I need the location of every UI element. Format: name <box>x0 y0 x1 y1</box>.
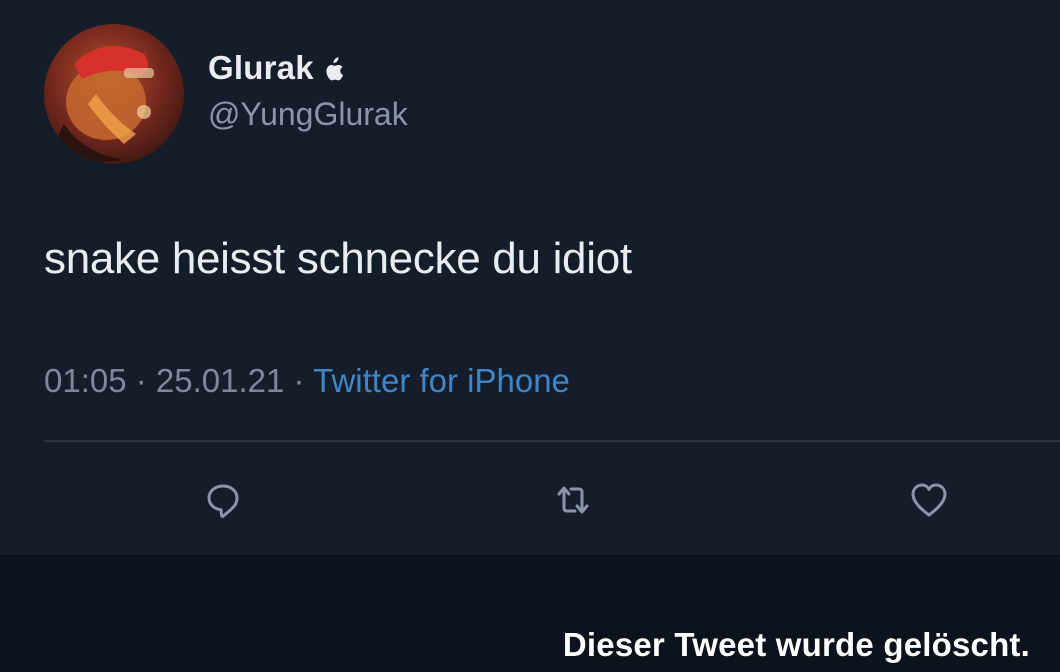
speech-bubble-icon <box>207 484 239 518</box>
tweet-date: 25.01.21 <box>155 362 285 399</box>
avatar[interactable] <box>44 24 184 164</box>
deleted-banner: Dieser Tweet wurde gelöscht. <box>0 555 1060 672</box>
divider <box>44 440 1060 442</box>
retweet-arrows-icon <box>557 486 589 514</box>
display-name[interactable]: Glurak <box>208 49 314 87</box>
apple-icon <box>322 57 344 83</box>
user-handle[interactable]: @YungGlurak <box>208 96 408 133</box>
reply-button[interactable] <box>198 476 248 524</box>
heart-icon <box>911 483 947 517</box>
like-button[interactable] <box>904 476 954 524</box>
avatar-image <box>54 46 154 164</box>
tweet-meta: 01:05 · 25.01.21 · Twitter for iPhone <box>44 362 570 400</box>
tweet-source-link[interactable]: Twitter for iPhone <box>313 362 570 399</box>
retweet-button[interactable] <box>548 476 598 524</box>
tweet-text: snake heisst schnecke du idiot <box>44 234 632 283</box>
meta-separator: · <box>126 362 156 399</box>
meta-separator: · <box>284 362 314 399</box>
tweet-time: 01:05 <box>44 362 127 399</box>
name-row: Glurak <box>208 48 344 88</box>
deleted-notice: Dieser Tweet wurde gelöscht. <box>562 626 1030 663</box>
tweet-card: Glurak @YungGlurak snake heisst schnecke… <box>0 0 1060 555</box>
